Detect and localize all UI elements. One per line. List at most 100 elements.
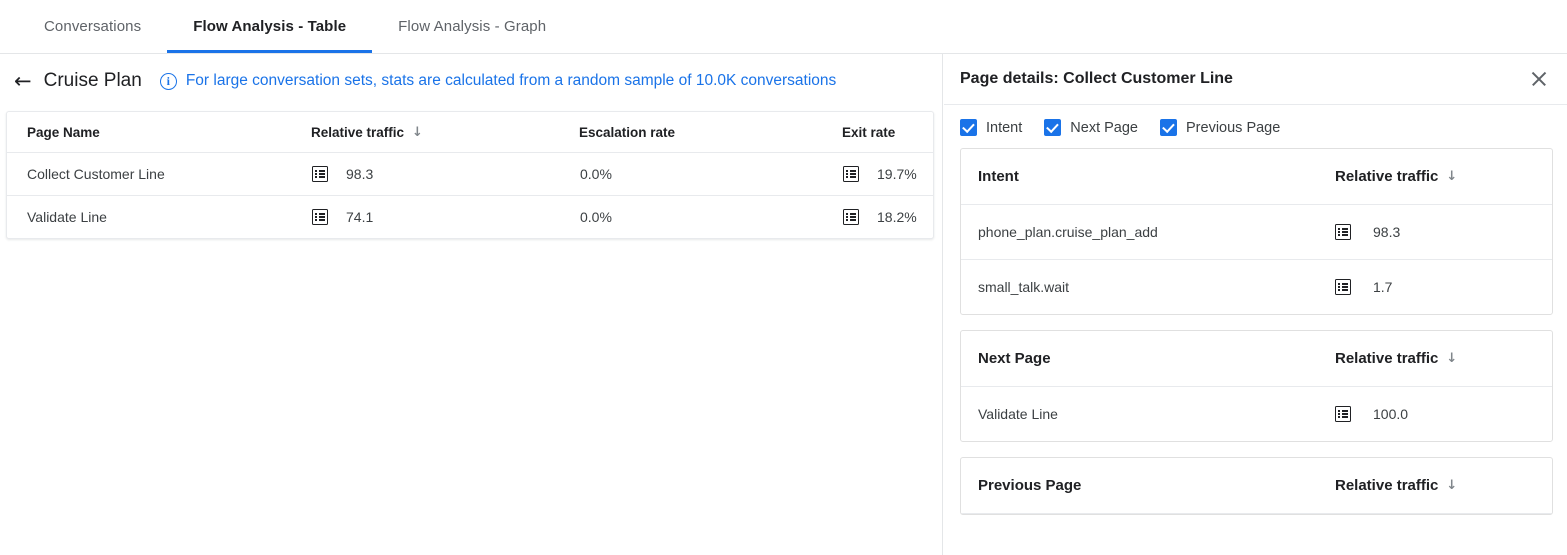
cell-escalation-rate: 0.0% — [579, 153, 842, 196]
table-row[interactable]: Validate Line 74.1 0.0% 18.2% — [7, 196, 933, 239]
tab-label: Flow Analysis - Graph — [398, 18, 546, 35]
cell-value: 100.0 — [1373, 406, 1408, 422]
list-view-icon[interactable] — [1335, 406, 1351, 422]
column-label: Exit rate — [842, 125, 895, 140]
cell-value: 98.3 — [346, 166, 373, 182]
tab-conversations[interactable]: Conversations — [18, 0, 167, 53]
table-row[interactable]: Collect Customer Line 98.3 0.0% 19.7% — [7, 153, 933, 196]
cell-value: 18.2% — [877, 209, 917, 225]
pages-table-body: Collect Customer Line 98.3 0.0% 19.7% — [7, 153, 933, 239]
cell-escalation-rate: 0.0% — [579, 196, 842, 239]
list-view-icon[interactable] — [843, 209, 859, 225]
pages-table-card: Page Name Relative traffic ↓ Escalation … — [6, 111, 934, 239]
table-header-row: Previous Page Relative traffic ↓ — [961, 458, 1552, 514]
column-label: Relative traffic — [1335, 477, 1438, 494]
column-label: Previous Page — [978, 477, 1081, 494]
column-label: Intent — [978, 168, 1019, 185]
column-label: Escalation rate — [579, 125, 675, 140]
filter-label: Next Page — [1070, 120, 1138, 136]
pages-table-header: Page Name Relative traffic ↓ Escalation … — [7, 112, 933, 153]
tab-bar: Conversations Flow Analysis - Table Flow… — [0, 0, 1567, 54]
table-row[interactable]: phone_plan.cruise_plan_add 98.3 — [961, 205, 1552, 260]
cell-intent-name: phone_plan.cruise_plan_add — [961, 205, 1334, 260]
info-banner-text: For large conversation sets, stats are c… — [186, 72, 836, 90]
column-label: Relative traffic — [1335, 350, 1438, 367]
page-header: ← Cruise Plan i For large conversation s… — [0, 54, 942, 108]
checkbox-intent[interactable] — [960, 119, 977, 136]
cell-value: 98.3 — [1373, 224, 1400, 240]
cell-value: 1.7 — [1373, 279, 1392, 295]
close-icon[interactable] — [1527, 67, 1551, 91]
cell-intent-name: small_talk.wait — [961, 260, 1334, 315]
column-label: Relative traffic — [1335, 168, 1438, 185]
filter-previous-page[interactable]: Previous Page — [1160, 119, 1280, 136]
column-label: Page Name — [27, 125, 100, 140]
cell-value: 74.1 — [346, 209, 373, 225]
column-header-next-page[interactable]: Next Page — [961, 331, 1334, 387]
panel-title: Page details: Collect Customer Line — [960, 70, 1527, 88]
flow-analysis-table-pane: ← Cruise Plan i For large conversation s… — [0, 54, 943, 555]
column-label: Relative traffic — [311, 125, 404, 140]
page-title: Cruise Plan — [44, 70, 142, 92]
cell-page-name: Collect Customer Line — [7, 153, 311, 196]
sort-descending-icon[interactable]: ↓ — [1446, 170, 1457, 183]
list-view-icon[interactable] — [312, 209, 328, 225]
column-header-previous-page[interactable]: Previous Page — [961, 458, 1334, 514]
filter-label: Previous Page — [1186, 120, 1280, 136]
table-row[interactable]: small_talk.wait 1.7 — [961, 260, 1552, 315]
page-details-panel: Page details: Collect Customer Line Inte… — [944, 54, 1567, 555]
list-view-icon[interactable] — [1335, 279, 1351, 295]
previous-page-table-header: Previous Page Relative traffic ↓ — [961, 458, 1552, 514]
info-icon: i — [160, 73, 177, 90]
column-header-escalation-rate[interactable]: Escalation rate — [579, 112, 842, 153]
table-header-row: Page Name Relative traffic ↓ Escalation … — [7, 112, 933, 153]
sort-descending-icon[interactable]: ↓ — [1446, 479, 1457, 492]
tab-flow-analysis-table[interactable]: Flow Analysis - Table — [167, 0, 372, 53]
column-label: Next Page — [978, 350, 1051, 367]
table-header-row: Intent Relative traffic ↓ — [961, 149, 1552, 205]
cell-relative-traffic: 1.7 — [1334, 260, 1552, 315]
column-header-intent[interactable]: Intent — [961, 149, 1334, 205]
cell-relative-traffic: 74.1 — [311, 196, 579, 239]
cell-next-page-name: Validate Line — [961, 387, 1334, 442]
cell-exit-rate: 19.7% — [842, 153, 933, 196]
checkbox-previous-page[interactable] — [1160, 119, 1177, 136]
cell-relative-traffic: 98.3 — [1334, 205, 1552, 260]
table-row[interactable]: Validate Line 100.0 — [961, 387, 1552, 442]
previous-page-table: Previous Page Relative traffic ↓ — [961, 458, 1552, 514]
intent-table-body: phone_plan.cruise_plan_add 98.3 small_ta… — [961, 205, 1552, 315]
previous-page-card: Previous Page Relative traffic ↓ — [960, 457, 1553, 515]
sort-descending-icon[interactable]: ↓ — [412, 126, 423, 139]
next-page-table-header: Next Page Relative traffic ↓ — [961, 331, 1552, 387]
cell-value: 19.7% — [877, 166, 917, 182]
tab-flow-analysis-graph[interactable]: Flow Analysis - Graph — [372, 0, 572, 53]
sort-descending-icon[interactable]: ↓ — [1446, 352, 1457, 365]
list-view-icon[interactable] — [312, 166, 328, 182]
panel-header: Page details: Collect Customer Line — [944, 54, 1567, 105]
tab-label: Conversations — [44, 18, 141, 35]
list-view-icon[interactable] — [1335, 224, 1351, 240]
column-header-relative-traffic[interactable]: Relative traffic ↓ — [1334, 458, 1552, 514]
info-banner: i For large conversation sets, stats are… — [160, 72, 836, 90]
pages-table: Page Name Relative traffic ↓ Escalation … — [7, 112, 933, 238]
intent-table-header: Intent Relative traffic ↓ — [961, 149, 1552, 205]
filter-label: Intent — [986, 120, 1022, 136]
cell-exit-rate: 18.2% — [842, 196, 933, 239]
table-header-row: Next Page Relative traffic ↓ — [961, 331, 1552, 387]
column-header-relative-traffic[interactable]: Relative traffic ↓ — [311, 112, 579, 153]
filter-next-page[interactable]: Next Page — [1044, 119, 1138, 136]
arrow-left-icon[interactable]: ← — [14, 71, 32, 92]
next-page-card: Next Page Relative traffic ↓ Validate Li… — [960, 330, 1553, 442]
column-header-relative-traffic[interactable]: Relative traffic ↓ — [1334, 331, 1552, 387]
cell-relative-traffic: 98.3 — [311, 153, 579, 196]
column-header-relative-traffic[interactable]: Relative traffic ↓ — [1334, 149, 1552, 205]
next-page-table: Next Page Relative traffic ↓ Validate Li… — [961, 331, 1552, 441]
column-header-page-name[interactable]: Page Name — [7, 112, 311, 153]
panel-filters: Intent Next Page Previous Page — [944, 105, 1567, 148]
filter-intent[interactable]: Intent — [960, 119, 1022, 136]
tab-list: Conversations Flow Analysis - Table Flow… — [0, 0, 1567, 53]
intent-table: Intent Relative traffic ↓ phone_plan.cru… — [961, 149, 1552, 314]
column-header-exit-rate[interactable]: Exit rate — [842, 112, 933, 153]
list-view-icon[interactable] — [843, 166, 859, 182]
checkbox-next-page[interactable] — [1044, 119, 1061, 136]
